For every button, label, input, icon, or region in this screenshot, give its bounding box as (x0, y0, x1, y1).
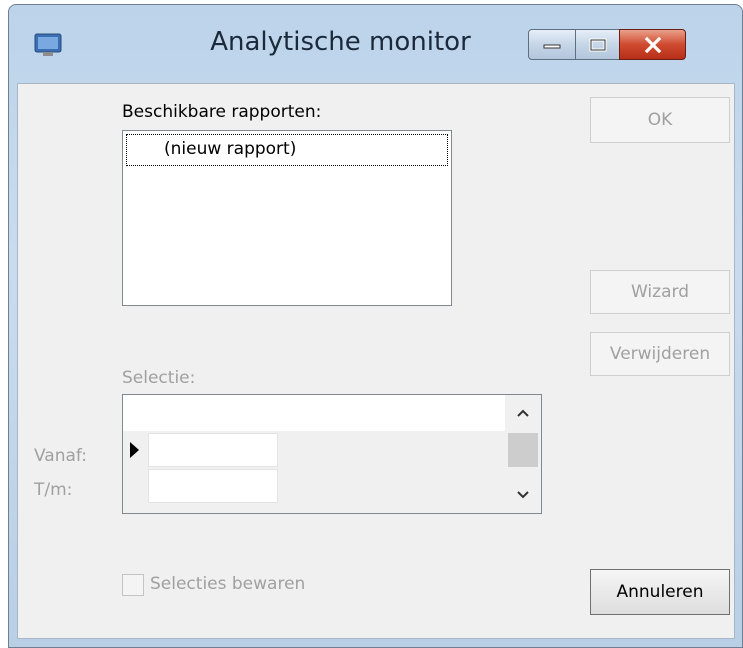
chevron-up-icon (517, 409, 529, 417)
maximize-button[interactable] (575, 29, 620, 60)
delete-button[interactable]: Verwijderen (590, 332, 730, 376)
save-selections-checkbox[interactable] (122, 574, 144, 596)
to-label: T/m: (34, 480, 73, 500)
scroll-thumb[interactable] (508, 433, 538, 467)
close-button[interactable] (619, 29, 686, 60)
title-bar[interactable]: Analytische monitor (9, 5, 742, 83)
dialog-body: Beschikbare rapporten: (nieuw rapport) O… (17, 83, 735, 639)
scroll-down-button[interactable] (505, 477, 541, 513)
maximize-icon (589, 38, 606, 51)
reports-label: Beschikbare rapporten: (122, 102, 322, 122)
grid-header (123, 395, 505, 431)
save-selections-label: Selecties bewaren (150, 574, 306, 594)
cancel-button[interactable]: Annuleren (590, 569, 730, 615)
minimize-button[interactable] (528, 29, 576, 60)
to-value-cell[interactable] (148, 469, 278, 503)
selection-grid[interactable] (122, 394, 542, 514)
list-item[interactable]: (nieuw rapport) (126, 134, 448, 166)
grid-scrollbar[interactable] (505, 395, 541, 513)
minimize-icon (543, 44, 561, 48)
from-label: Vanaf: (34, 446, 88, 466)
wizard-button[interactable]: Wizard (590, 270, 730, 314)
reports-listbox[interactable]: (nieuw rapport) (122, 130, 452, 306)
current-row-arrow-icon (130, 442, 139, 458)
from-value-cell[interactable] (148, 433, 278, 467)
ok-button[interactable]: OK (590, 97, 730, 143)
close-icon (644, 36, 661, 53)
chevron-down-icon (517, 491, 529, 499)
selection-label: Selectie: (122, 368, 196, 388)
scroll-up-button[interactable] (505, 395, 541, 431)
dialog-window: Analytische monitor Beschikbare rapporte… (8, 4, 743, 648)
